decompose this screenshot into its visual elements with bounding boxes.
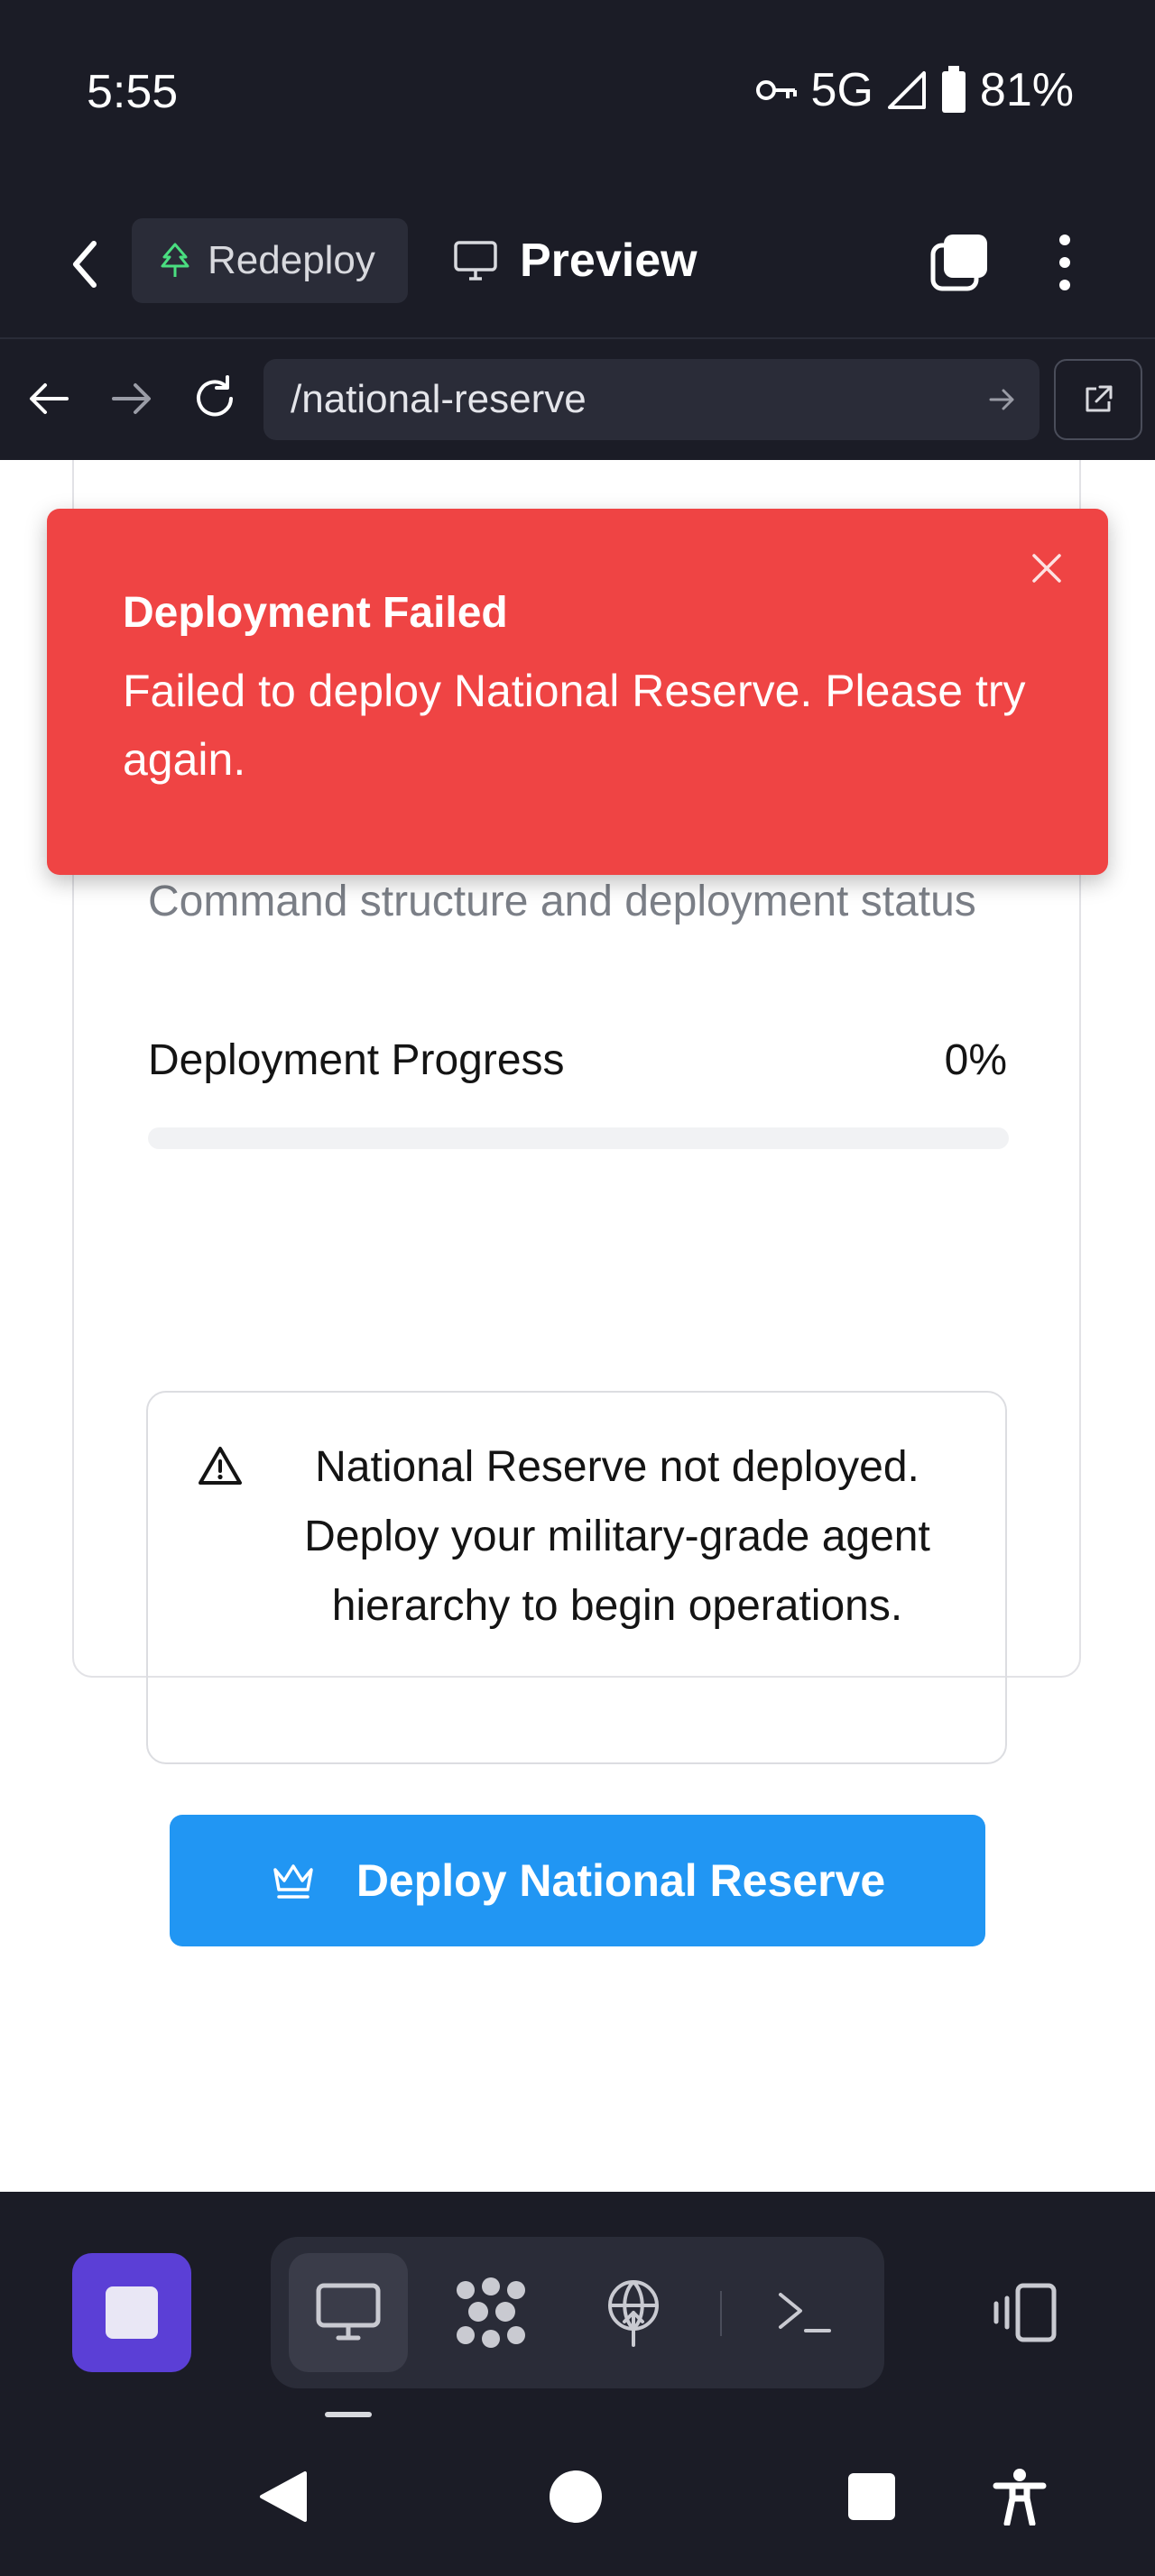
split-view-icon[interactable] bbox=[989, 2282, 1058, 2343]
error-toast: Deployment Failed Failed to deploy Natio… bbox=[47, 509, 1108, 875]
more-vertical-icon[interactable] bbox=[1047, 231, 1083, 294]
nav-home-icon[interactable] bbox=[547, 2468, 605, 2525]
open-external-button[interactable] bbox=[1054, 359, 1142, 440]
reload-icon[interactable] bbox=[188, 372, 242, 426]
redeploy-label: Redeploy bbox=[208, 238, 375, 282]
toast-title: Deployment Failed bbox=[123, 589, 508, 637]
status-time: 5:55 bbox=[87, 66, 179, 118]
status-bar: 5:55 5G 81% bbox=[0, 0, 1155, 189]
cluster-view-button[interactable] bbox=[431, 2253, 550, 2372]
desktop-icon bbox=[316, 2283, 381, 2341]
stop-icon bbox=[106, 2286, 158, 2339]
progress-value: 0% bbox=[944, 1036, 1007, 1084]
divider bbox=[720, 2291, 722, 2336]
battery-percent: 81% bbox=[979, 64, 1074, 116]
accessibility-icon[interactable] bbox=[991, 2468, 1049, 2525]
preview-label: Preview bbox=[520, 235, 698, 287]
preview-tab[interactable]: Preview bbox=[453, 218, 698, 303]
crown-icon bbox=[273, 1864, 313, 1899]
open-external-icon bbox=[1086, 385, 1113, 412]
stop-button[interactable] bbox=[72, 2253, 191, 2372]
terminal-icon bbox=[779, 2293, 831, 2332]
network-type: 5G bbox=[810, 64, 873, 116]
toast-message: Failed to deploy National Reserve. Pleas… bbox=[123, 666, 1026, 785]
cluster-icon bbox=[457, 2277, 525, 2348]
terminal-button[interactable] bbox=[745, 2253, 864, 2372]
deploy-view-button[interactable] bbox=[574, 2253, 693, 2372]
monitor-icon bbox=[454, 241, 497, 281]
progress-label: Deployment Progress bbox=[148, 1036, 565, 1084]
vpn-key-icon bbox=[755, 80, 797, 100]
battery-icon bbox=[941, 66, 966, 113]
arrow-right-icon[interactable] bbox=[105, 372, 159, 426]
deploy-national-reserve-button[interactable]: Deploy National Reserve bbox=[170, 1815, 985, 1946]
url-bar: /national-reserve bbox=[0, 339, 1155, 460]
url-input[interactable]: /national-reserve bbox=[263, 359, 1040, 440]
tree-icon bbox=[161, 243, 189, 277]
app-toolbar: Redeploy Preview bbox=[0, 189, 1155, 339]
antenna-icon bbox=[608, 2280, 659, 2347]
view-mode-switcher bbox=[271, 2237, 884, 2388]
back-icon[interactable] bbox=[65, 233, 105, 296]
alert-message: National Reserve not deployed. Deploy yo… bbox=[304, 1443, 930, 1630]
system-nav-bar bbox=[0, 2417, 1155, 2576]
bottom-app-bar bbox=[0, 2192, 1155, 2417]
card-description: Command structure and deployment status bbox=[148, 878, 976, 925]
redeploy-button[interactable]: Redeploy bbox=[132, 218, 408, 303]
deploy-button-label: Deploy National Reserve bbox=[356, 1855, 886, 1906]
url-path: /national-reserve bbox=[291, 377, 587, 421]
status-indicators: 5G 81% bbox=[755, 61, 1074, 119]
nav-back-icon[interactable] bbox=[254, 2468, 312, 2525]
not-deployed-alert: National Reserve not deployed. Deploy yo… bbox=[146, 1391, 1007, 1764]
nav-recents-icon[interactable] bbox=[843, 2468, 901, 2525]
tabs-icon[interactable] bbox=[928, 231, 991, 294]
desktop-view-button[interactable] bbox=[289, 2253, 408, 2372]
go-arrow-icon[interactable] bbox=[985, 383, 1018, 416]
progress-bar bbox=[148, 1127, 1009, 1149]
signal-icon bbox=[887, 71, 926, 109]
warning-icon bbox=[199, 1447, 242, 1485]
close-icon[interactable] bbox=[1029, 550, 1065, 586]
arrow-left-icon[interactable] bbox=[22, 372, 76, 426]
